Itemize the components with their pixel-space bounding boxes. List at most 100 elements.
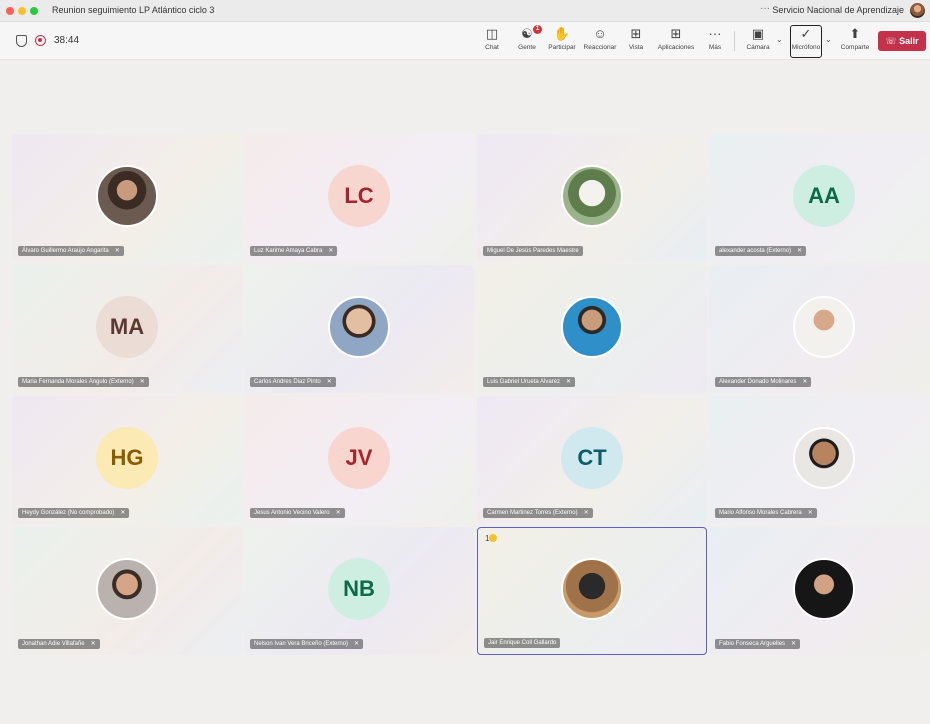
mic-muted-icon: ✕ (335, 510, 341, 516)
participant-name: alexander acosta (Externo) (719, 248, 792, 254)
chat-button[interactable]: ◫ Chat (480, 25, 504, 57)
participant-name: Jesus Antonio Vecino Valero (254, 510, 330, 516)
participant-tile[interactable]: NB Nelson Ivan Vera Briceño (Externo) ✕ (244, 527, 474, 655)
raise-hand-button[interactable]: ✋ Participar (546, 25, 578, 57)
organization-name[interactable]: Servicio Nacional de Aprendizaje (772, 5, 904, 15)
participant-tile[interactable]: Mario Alfonso Morales Cabrera ✕ (709, 396, 930, 524)
window-title: Reunion seguimiento LP Atlántico ciclo 3 (52, 5, 215, 15)
maximize-window-button[interactable] (30, 7, 38, 15)
initials-avatar: CT (561, 427, 623, 489)
participant-name: Miguel De Jesús Paredes Maestre (487, 248, 579, 254)
smile-icon: ☺ (593, 26, 607, 41)
participant-name: Luis Gabriel Urueta Alvarez (487, 379, 561, 385)
recording-icon (35, 35, 46, 46)
initials-avatar: HG (96, 427, 158, 489)
mic-muted-icon: ✕ (328, 248, 334, 254)
participant-name: Maria Fernanda Morales Angulo (Externo) (22, 379, 134, 385)
chat-icon: ◫ (485, 26, 499, 41)
react-label: Reaccionar (583, 44, 617, 51)
people-label: Gente (518, 44, 536, 51)
mic-muted-icon: ✕ (802, 379, 808, 385)
participant-photo (561, 558, 623, 620)
participant-tile[interactable]: Álvaro Guillermo Araújo Angarita ✕ (12, 134, 242, 262)
microphone-button[interactable]: ✓ Micrófono (790, 25, 822, 57)
more-options-icon[interactable]: ··· (760, 3, 770, 14)
participant-name-tag: Heydy González (No comprobado) ✕ (18, 508, 130, 518)
participant-name-tag: Mario Alfonso Morales Cabrera ✕ (715, 508, 817, 518)
initials-avatar: MA (96, 296, 158, 358)
participant-photo (96, 558, 158, 620)
participant-name: Heydy González (No comprobado) (22, 510, 115, 516)
mic-muted-icon: ✕ (114, 248, 120, 254)
participant-tile[interactable]: Carlos Andres Diaz Pinto ✕ (244, 265, 474, 393)
meeting-timer: 38:44 (54, 35, 80, 46)
more-button[interactable]: ··· Más (704, 25, 726, 57)
people-button[interactable]: ☯ 1 Gente (514, 25, 542, 57)
participant-name-tag: Fabio Fonseca Arguelles ✕ (715, 639, 801, 649)
participant-name: Fabio Fonseca Arguelles (719, 641, 786, 647)
mic-muted-icon: ✕ (90, 641, 96, 647)
participant-name: Nelson Ivan Vera Briceño (Externo) (254, 641, 349, 647)
participant-tile[interactable]: Alexander Donado Molinares ✕ (709, 265, 930, 393)
leave-label: Salir (899, 36, 919, 46)
raise-hand-label: Participar (548, 44, 576, 51)
participant-tile[interactable]: 1 Jair Enrique Coll Gallardo (477, 527, 707, 655)
mic-muted-icon: ✕ (807, 510, 813, 516)
toolbar-divider (734, 31, 735, 51)
participant-tile[interactable]: HG Heydy González (No comprobado) ✕ (12, 396, 242, 524)
window-titlebar: Reunion seguimiento LP Atlántico ciclo 3… (0, 0, 930, 22)
participant-tile[interactable]: Jonathan Adie Villafañe ✕ (12, 527, 242, 655)
view-button[interactable]: ⊞ Vista (624, 25, 648, 57)
mic-muted-icon: ✕ (354, 641, 360, 647)
hand-icon: ✋ (553, 26, 571, 41)
leave-button[interactable]: ☏ Salir (878, 31, 926, 51)
participant-photo (793, 296, 855, 358)
participant-name-tag: Luis Gabriel Urueta Alvarez ✕ (483, 377, 576, 387)
participant-tile[interactable]: AA alexander acosta (Externo) ✕ (709, 134, 930, 262)
participant-name: Jonathan Adie Villafañe (22, 641, 85, 647)
participant-name: Mario Alfonso Morales Cabrera (719, 510, 802, 516)
microphone-label: Micrófono (791, 44, 821, 51)
participant-name-tag: Nelson Ivan Vera Briceño (Externo) ✕ (250, 639, 364, 649)
participant-photo (561, 296, 623, 358)
participant-name: Alexander Donado Molinares (719, 379, 797, 385)
people-count-badge: 1 (533, 25, 542, 34)
participant-name-tag: Jair Enrique Coll Gallardo (484, 638, 561, 648)
camera-options-chevron-icon[interactable]: ⌄ (776, 35, 783, 44)
ellipsis-icon: ··· (708, 26, 722, 41)
participant-name: Álvaro Guillermo Araújo Angarita (22, 248, 109, 254)
participant-tile[interactable]: LC Luz Karime Amaya Cabra ✕ (244, 134, 474, 262)
participant-tile[interactable]: JV Jesus Antonio Vecino Valero ✕ (244, 396, 474, 524)
camera-button[interactable]: ▣ Cámara (744, 25, 772, 57)
camera-label: Cámara (746, 44, 770, 51)
close-window-button[interactable] (6, 7, 14, 15)
participant-tile[interactable]: Luis Gabriel Urueta Alvarez ✕ (477, 265, 707, 393)
phone-hangup-icon: ☏ (885, 36, 897, 46)
shield-icon[interactable] (16, 35, 27, 47)
participant-tile[interactable]: Fabio Fonseca Arguelles ✕ (709, 527, 930, 655)
participant-name-tag: Jonathan Adie Villafañe ✕ (18, 639, 100, 649)
initials-avatar: JV (328, 427, 390, 489)
participant-name-tag: Carmen Martinez Torres (Externo) ✕ (483, 508, 593, 518)
mic-options-chevron-icon[interactable]: ⌄ (825, 35, 832, 44)
apps-label: Aplicaciones (657, 44, 695, 51)
apps-button[interactable]: ⊞ Aplicaciones (654, 25, 698, 57)
participant-name-tag: Alexander Donado Molinares ✕ (715, 377, 812, 387)
share-button[interactable]: ⬆ Comparte (838, 25, 872, 57)
mic-muted-icon: ✕ (797, 248, 803, 254)
chat-label: Chat (485, 44, 499, 51)
mic-muted-icon: ✕ (566, 379, 572, 385)
participant-name-tag: Álvaro Guillermo Araújo Angarita ✕ (18, 246, 124, 256)
profile-avatar[interactable] (910, 3, 925, 18)
participant-name-tag: Maria Fernanda Morales Angulo (Externo) ✕ (18, 377, 149, 387)
more-label: Más (708, 44, 722, 51)
participant-tile[interactable]: CT Carmen Martinez Torres (Externo) ✕ (477, 396, 707, 524)
mic-muted-icon: ✕ (120, 510, 126, 516)
minimize-window-button[interactable] (18, 7, 26, 15)
raised-hand-icon (489, 534, 498, 542)
react-button[interactable]: ☺ Reaccionar (582, 25, 618, 57)
participant-tile[interactable]: MA Maria Fernanda Morales Angulo (Externo… (12, 265, 242, 393)
participant-name-tag: Jesus Antonio Vecino Valero ✕ (250, 508, 345, 518)
share-label: Comparte (840, 44, 870, 51)
participant-tile[interactable]: Miguel De Jesús Paredes Maestre (477, 134, 707, 262)
